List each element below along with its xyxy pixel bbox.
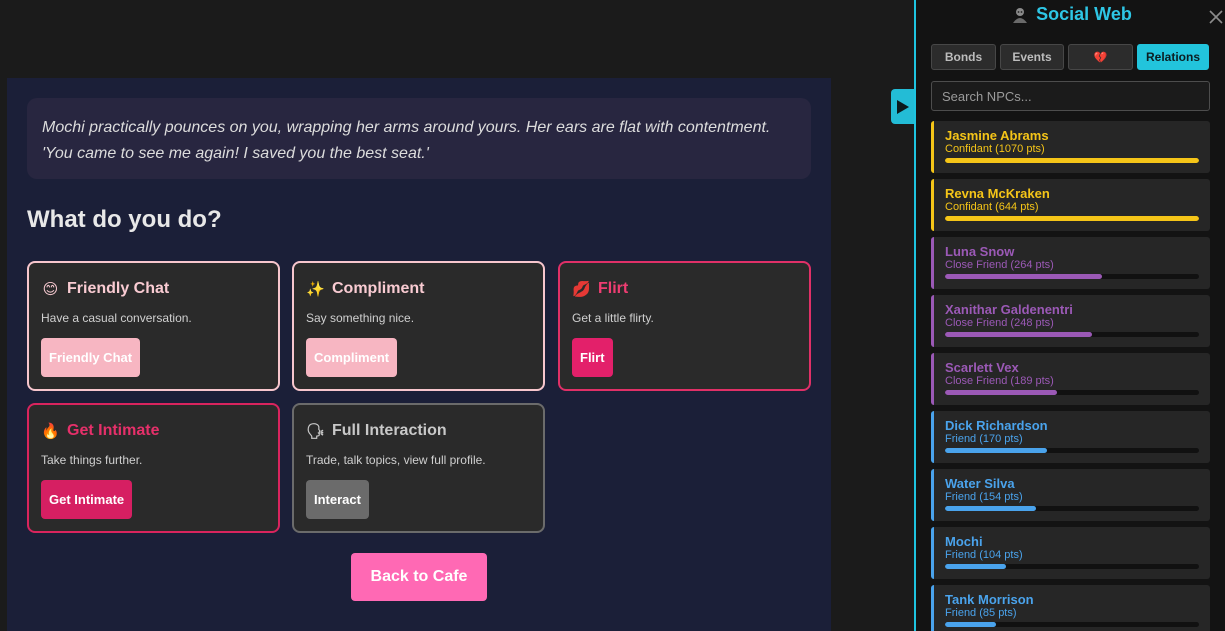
back-to-cafe-button[interactable]: Back to Cafe [351, 553, 487, 601]
npc-progress-bar [945, 332, 1199, 337]
interact-button[interactable]: Interact [306, 480, 369, 519]
npc-progress-bar [945, 506, 1199, 511]
npc-name: Dick Richardson [945, 418, 1048, 433]
card-description: Get a little flirty. [572, 311, 654, 325]
card-full-interaction: 🗣 Full Interaction Trade, talk topics, vi… [292, 403, 545, 533]
npc-item[interactable]: Luna Snow Close Friend (264 pts) [931, 237, 1210, 289]
npc-name: Jasmine Abrams [945, 128, 1049, 143]
npc-item[interactable]: Xanithar Galdenentri Close Friend (248 pt… [931, 295, 1210, 347]
close-icon[interactable] [1207, 8, 1225, 26]
speaking-head-icon: 🗣 [306, 423, 326, 440]
npc-progress-bar [945, 622, 1199, 627]
npc-progress-bar [945, 564, 1199, 569]
npc-relationship-level: Friend (104 pts) [945, 549, 1023, 561]
npc-item[interactable]: Mochi Friend (104 pts) [931, 527, 1210, 579]
card-description: Have a casual conversation. [41, 311, 192, 325]
npc-relationship-level: Close Friend (264 pts) [945, 259, 1054, 271]
card-friendly-chat: 😊 Friendly Chat Have a casual conversatio… [27, 261, 280, 391]
card-description: Trade, talk topics, view full profile. [306, 453, 486, 467]
npc-progress-bar [945, 216, 1199, 221]
sidebar-tabs: Bonds Events 💔 Relations [931, 44, 1213, 70]
sidebar-title: Social Web [1036, 4, 1132, 24]
npc-progress-bar [945, 274, 1199, 279]
npc-progress-bar [945, 158, 1199, 163]
npc-relationship-level: Confidant (644 pts) [945, 201, 1039, 213]
npc-relationship-level: Friend (85 pts) [945, 607, 1017, 619]
npc-relationship-level: Confidant (1070 pts) [945, 143, 1045, 155]
sidebar-toggle-button[interactable] [891, 89, 915, 124]
npc-progress-bar [945, 390, 1199, 395]
sparkles-icon: ✨ [306, 281, 325, 298]
prompt-title: What do you do? [27, 206, 222, 233]
npc-name: Revna McKraken [945, 186, 1050, 201]
npc-progress-fill [945, 448, 1047, 453]
npc-name: Xanithar Galdenentri [945, 302, 1073, 317]
npc-name: Mochi [945, 534, 983, 549]
npc-name: Water Silva [945, 476, 1015, 491]
card-title: Compliment [332, 280, 425, 297]
npc-item[interactable]: Revna McKraken Confidant (644 pts) [931, 179, 1210, 231]
tab-events[interactable]: Events [1000, 44, 1064, 70]
get-intimate-button[interactable]: Get Intimate [41, 480, 133, 519]
card-description: Take things further. [41, 453, 143, 467]
npc-progress-fill [945, 622, 996, 627]
npc-progress-fill [945, 158, 1199, 163]
card-title: Get Intimate [67, 422, 160, 439]
npc-relationship-level: Friend (154 pts) [945, 491, 1023, 503]
npc-progress-fill [945, 506, 1037, 511]
npc-relationship-level: Friend (170 pts) [945, 433, 1023, 445]
person-silhouette-icon [1011, 6, 1029, 24]
tab-bonds[interactable]: Bonds [931, 44, 996, 70]
npc-progress-fill [945, 216, 1199, 221]
smile-icon: 😊 [42, 281, 59, 298]
npc-progress-fill [945, 332, 1093, 337]
npc-progress-fill [945, 274, 1103, 279]
card-title: Full Interaction [332, 422, 447, 439]
tab-broken-heart[interactable]: 💔 [1068, 44, 1133, 70]
npc-progress-fill [945, 390, 1057, 395]
npc-relationship-level: Close Friend (189 pts) [945, 375, 1054, 387]
compliment-button[interactable]: Compliment [306, 338, 398, 377]
npc-item[interactable]: Dick Richardson Friend (170 pts) [931, 411, 1210, 463]
npc-relationship-level: Close Friend (248 pts) [945, 317, 1054, 329]
friendly-chat-button[interactable]: Friendly Chat [41, 338, 141, 377]
npc-item[interactable]: Water Silva Friend (154 pts) [931, 469, 1210, 521]
search-npcs-input[interactable] [931, 81, 1210, 111]
card-get-intimate: 🔥 Get Intimate Take things further. Get I… [27, 403, 280, 533]
card-title: Friendly Chat [67, 280, 170, 297]
narration-box: Mochi practically pounces on you, wrappi… [27, 98, 811, 179]
card-flirt: 💋 Flirt Get a little flirty. Flirt [558, 261, 811, 391]
npc-name: Scarlett Vex [945, 360, 1019, 375]
npc-name: Luna Snow [945, 244, 1015, 259]
interaction-panel: Mochi practically pounces on you, wrappi… [7, 78, 831, 631]
npc-item[interactable]: Scarlett Vex Close Friend (189 pts) [931, 353, 1210, 405]
card-compliment: ✨ Compliment Say something nice. Complime… [292, 261, 545, 391]
npc-progress-fill [945, 564, 1006, 569]
card-description: Say something nice. [306, 311, 415, 325]
broken-heart-icon: 💔 [1093, 51, 1108, 64]
kiss-lips-icon: 💋 [572, 281, 591, 298]
tab-relations[interactable]: Relations [1137, 44, 1209, 70]
social-web-sidebar: Social Web Bonds Events 💔 Relations Jasm… [914, 0, 1225, 631]
npc-progress-bar [945, 448, 1199, 453]
flirt-button[interactable]: Flirt [572, 338, 613, 377]
npc-item[interactable]: Jasmine Abrams Confidant (1070 pts) [931, 121, 1210, 173]
npc-item[interactable]: Tank Morrison Friend (85 pts) [931, 585, 1210, 631]
play-arrow-icon [897, 99, 909, 114]
fire-icon: 🔥 [41, 423, 60, 440]
sidebar-header: Social Web [916, 4, 1225, 25]
narration-text: Mochi practically pounces on you, wrappi… [42, 119, 771, 162]
card-title: Flirt [598, 280, 629, 297]
npc-name: Tank Morrison [945, 592, 1034, 607]
